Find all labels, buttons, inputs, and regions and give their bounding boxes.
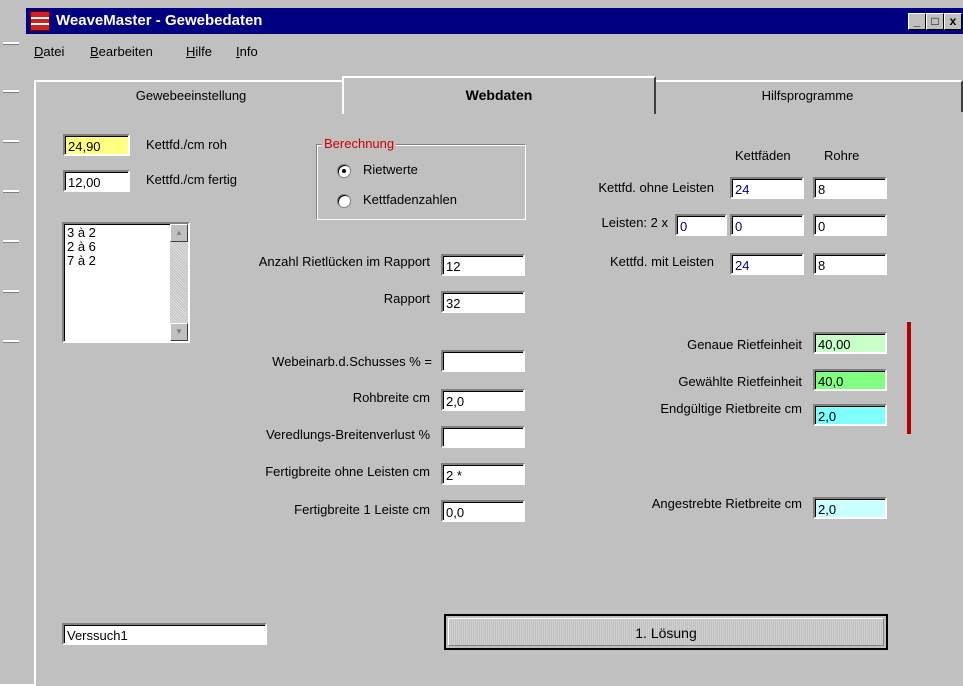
gewaehlte-rietfeinheit-input[interactable]: 40,0 — [813, 369, 887, 391]
strip-mark — [3, 240, 19, 243]
berechnung-group: Berechnung Rietwerte Kettfadenzahlen — [316, 136, 526, 220]
menu-datei[interactable]: Datei — [34, 44, 64, 59]
rapport-label: Rapport — [383, 291, 430, 306]
rohbreite-input[interactable]: 2,0 — [441, 389, 525, 411]
loesung-button-label[interactable]: 1. Lösung — [448, 618, 884, 646]
berechnung-legend: Berechnung — [322, 136, 397, 151]
menu-hilfe[interactable]: Hilfe — [186, 44, 212, 59]
row3-rohre-input[interactable]: 8 — [813, 253, 887, 275]
menu-bearbeiten[interactable]: Bearbeiten — [90, 44, 153, 59]
anzahl-label: Anzahl Rietlücken im Rapport — [258, 254, 430, 269]
veredlung-input[interactable] — [441, 426, 525, 448]
background-window-strip — [0, 0, 23, 684]
col-kettfaeden: Kettfäden — [735, 148, 791, 163]
maximize-button[interactable]: □ — [926, 13, 944, 30]
radio-rietwerte-label[interactable]: Rietwerte — [363, 162, 418, 177]
scroll-down-icon[interactable]: ▼ — [170, 323, 188, 341]
gewaehlte-rietfeinheit-label: Gewählte Rietfeinheit — [678, 374, 802, 389]
menu-info[interactable]: Info — [236, 44, 258, 59]
scroll-up-icon[interactable]: ▲ — [170, 224, 188, 242]
row2-kett-input[interactable]: 0 — [730, 214, 804, 236]
webeinarb-input[interactable] — [441, 350, 525, 372]
versuch-name-input[interactable]: Verssuch1 — [62, 623, 267, 645]
window-title: WeaveMaster - Gewebedaten — [56, 12, 263, 29]
list-item[interactable]: 7 à 2 — [67, 254, 96, 268]
row1-rohre-input[interactable]: 8 — [813, 177, 887, 199]
rapport-listbox[interactable]: 3 à 2 2 à 6 7 à 2 ▲ ▼ — [62, 222, 190, 343]
fertig-ohne-input[interactable]: 2 * — [441, 463, 525, 485]
strip-mark — [3, 90, 19, 93]
strip-mark — [3, 190, 19, 193]
fertig-leiste-label: Fertigbreite 1 Leiste cm — [294, 502, 430, 517]
strip-mark — [3, 140, 19, 143]
kettfd-fertig-input[interactable]: 12,00 — [63, 170, 130, 192]
radio-rietwerte[interactable] — [337, 164, 351, 178]
anzahl-input[interactable]: 12 — [441, 254, 525, 276]
kettfd-fertig-label: Kettfd./cm fertig — [146, 172, 238, 187]
strip-mark — [3, 42, 19, 45]
angestrebte-rietbreite-label: Angestrebte Rietbreite cm — [651, 496, 802, 511]
row1-label: Kettfd. ohne Leisten — [598, 180, 714, 195]
genaue-rietfeinheit-input[interactable]: 40,00 — [813, 332, 887, 354]
webeinarb-label: Webeinarb.d.Schusses % = — [272, 354, 432, 369]
strip-mark — [3, 340, 19, 343]
row3-label: Kettfd. mit Leisten — [609, 254, 714, 269]
menu-bar: Datei Bearbeiten Hilfe Info — [26, 36, 963, 64]
radio-kettfadenzahlen-label[interactable]: Kettfadenzahlen — [363, 192, 457, 207]
leisten-factor-input[interactable]: 0 — [675, 214, 727, 236]
minimize-button[interactable]: _ — [908, 13, 926, 30]
rapport-input[interactable]: 32 — [441, 291, 525, 313]
listbox-scrollbar[interactable]: ▲ ▼ — [170, 224, 188, 341]
red-indicator-bar — [907, 322, 911, 434]
row2-rohre-input[interactable]: 0 — [813, 214, 887, 236]
title-bar[interactable]: WeaveMaster - Gewebedaten _ □ x — [26, 8, 963, 34]
rohbreite-label: Rohbreite cm — [352, 390, 430, 405]
list-item[interactable]: 2 à 6 — [67, 240, 96, 254]
tab-hilfsprogramme[interactable]: Hilfsprogramme — [652, 80, 963, 112]
row3-kett-input[interactable]: 24 — [730, 253, 804, 275]
kettfd-roh-label: Kettfd./cm roh — [146, 137, 227, 152]
veredlung-label: Veredlungs-Breitenverlust % — [265, 427, 430, 442]
radio-kettfadenzahlen[interactable] — [337, 194, 351, 208]
kettfd-roh-input[interactable]: 24,90 — [63, 134, 130, 156]
fertig-leiste-input[interactable]: 0,0 — [441, 500, 525, 522]
strip-mark — [3, 290, 19, 293]
close-button[interactable]: x — [944, 13, 962, 30]
endgueltige-rietbreite-input[interactable]: 2,0 — [813, 404, 887, 426]
row2-label: Leisten: 2 x — [601, 215, 669, 230]
list-item[interactable]: 3 à 2 — [67, 226, 96, 240]
genaue-rietfeinheit-label: Genaue Rietfeinheit — [687, 337, 802, 352]
app-icon[interactable] — [30, 11, 50, 31]
tab-webdaten[interactable]: Webdaten — [342, 76, 656, 114]
col-rohre: Rohre — [824, 148, 860, 163]
fertig-ohne-label: Fertigbreite ohne Leisten cm — [265, 464, 430, 479]
loesung-button[interactable]: 1. Lösung — [444, 614, 888, 650]
endgueltige-rietbreite-label: Endgültige Rietbreite cm — [660, 401, 802, 416]
angestrebte-rietbreite-input[interactable]: 2,0 — [813, 497, 887, 519]
tab-gewebeeinstellung[interactable]: Gewebeeinstellung — [34, 80, 348, 112]
row1-kett-input[interactable]: 24 — [730, 177, 804, 199]
